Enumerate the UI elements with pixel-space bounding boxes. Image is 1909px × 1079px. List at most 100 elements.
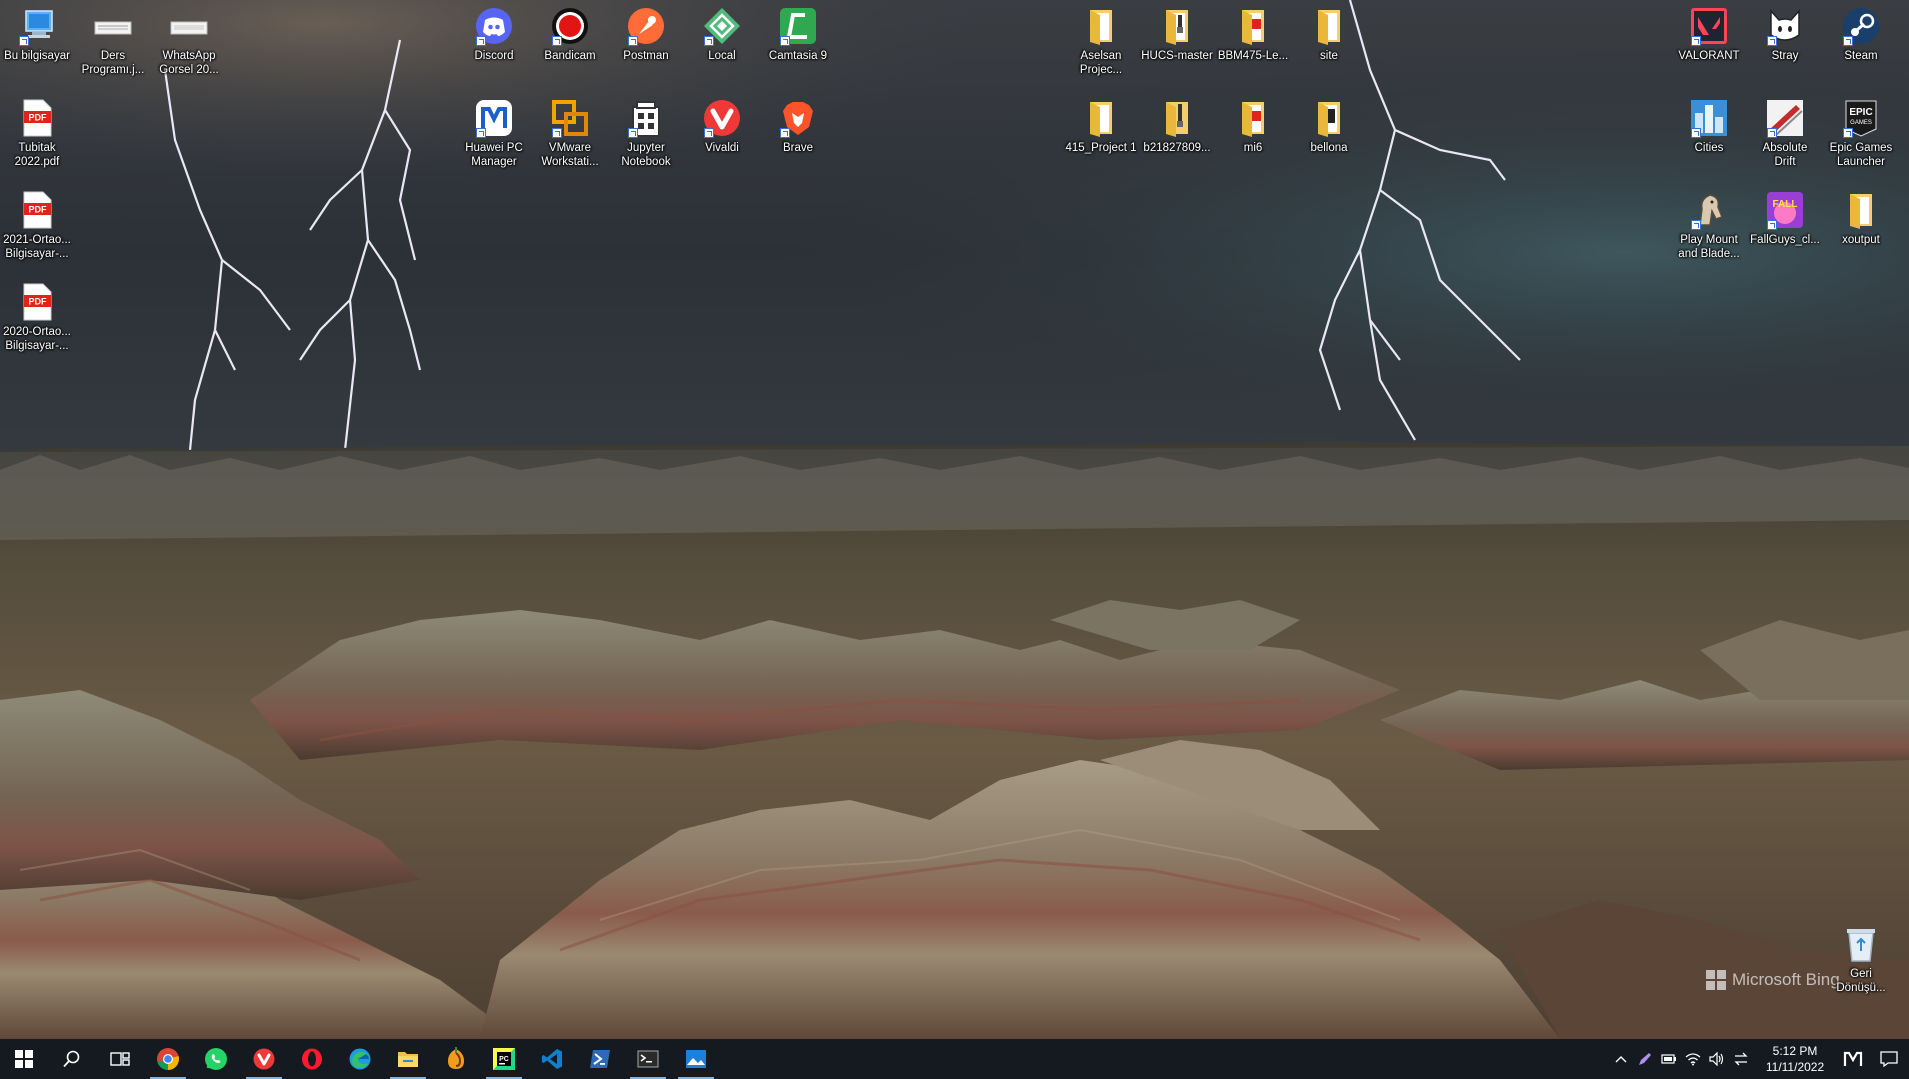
desktop-icon-2020-ortaogretim[interactable]: PDF 2020-Ortao... Bilgisayar-... <box>0 282 75 353</box>
desktop-icon-valorant[interactable]: VALORANT <box>1671 6 1747 63</box>
taskbar-clock[interactable]: 5:12 PM 11/11/2022 <box>1759 1043 1831 1075</box>
desktop-icon-mount-and-blade[interactable]: Play Mount and Blade... <box>1671 190 1747 261</box>
desktop-icon-tubitak-pdf[interactable]: PDF Tubitak 2022.pdf <box>0 98 75 169</box>
vscode-app[interactable] <box>528 1039 576 1079</box>
vivaldi-app[interactable] <box>240 1039 288 1079</box>
tray-network-button[interactable] <box>1729 1039 1753 1079</box>
windows-logo-icon <box>1706 970 1726 990</box>
desktop-icon-postman[interactable]: Postman <box>608 6 684 63</box>
desktop-icon-label: Cities <box>1694 142 1724 154</box>
desktop-icon-label: b21827809... <box>1143 142 1211 154</box>
desktop-icon-label: mi6 <box>1243 142 1263 154</box>
desktop-icon-2021-ortaogretim[interactable]: PDF 2021-Ortao... Bilgisayar-... <box>0 190 75 261</box>
desktop-icon-label: Postman <box>623 50 669 62</box>
notification-center-button[interactable] <box>1869 1039 1909 1079</box>
tray-battery-button[interactable] <box>1657 1039 1681 1079</box>
desktop-icon-hucs-master[interactable]: HUCS-master <box>1139 6 1215 63</box>
search-button[interactable] <box>48 1039 96 1079</box>
desktop-icon-bbm475[interactable]: BBM475-Le... <box>1215 6 1291 63</box>
start-button[interactable] <box>0 1039 48 1079</box>
desktop-icon-steam[interactable]: Steam <box>1823 6 1899 63</box>
vivaldi-icon <box>702 98 742 138</box>
clock-date: 11/11/2022 <box>1765 1060 1825 1074</box>
desktop-icon-vmware[interactable]: VMware Workstati... <box>532 98 608 169</box>
desktop-icon-discord[interactable]: Discord <box>456 6 532 63</box>
pdf-file-icon: PDF <box>17 98 57 138</box>
desktop-icon-recycle-bin[interactable]: Geri Dönüşü... <box>1823 924 1899 995</box>
desktop-icon-local[interactable]: Local <box>684 6 760 63</box>
desktop-icon-label: Brave <box>782 142 814 154</box>
desktop-icon-whatsapp-gorsel[interactable]: WhatsApp Gorsel 20... <box>151 6 227 77</box>
show-hidden-icons-button[interactable] <box>1609 1039 1633 1079</box>
desktop-icon-bellona[interactable]: bellona <box>1291 98 1367 155</box>
desktop-icon-label: Absolute Drift <box>1762 142 1808 168</box>
notification-icon <box>1880 1051 1898 1067</box>
desktop-icon-label: Steam <box>1844 50 1878 62</box>
stray-icon <box>1765 6 1805 46</box>
desktop-icon-label: 415_Project 1 <box>1065 142 1137 154</box>
desktop[interactable]: Microsoft Bing Bu bilgisayar Ders Progra… <box>0 0 1909 1039</box>
tray-huawei-button[interactable] <box>1837 1039 1869 1079</box>
desktop-icon-label: Bu bilgisayar <box>4 50 70 62</box>
desktop-icon-label: Jupyter Notebook <box>621 142 671 168</box>
desktop-icon-bandicam[interactable]: Bandicam <box>532 6 608 63</box>
desktop-icon-label: 2021-Ortao... Bilgisayar-... <box>3 234 71 260</box>
file-explorer-icon <box>398 1052 418 1067</box>
desktop-icon-brave[interactable]: Brave <box>760 98 836 155</box>
desktop-icon-this-pc[interactable]: Bu bilgisayar <box>0 6 75 63</box>
terminal-icon <box>637 1050 659 1068</box>
folder-icon <box>1081 6 1121 46</box>
desktop-icon-absolute-drift[interactable]: Absolute Drift <box>1747 98 1823 169</box>
wifi-icon <box>1685 1053 1701 1066</box>
desktop-icon-cities[interactable]: Cities <box>1671 98 1747 155</box>
opera-app[interactable] <box>288 1039 336 1079</box>
desktop-icon-mi6[interactable]: mi6 <box>1215 98 1291 155</box>
photos-app[interactable] <box>672 1039 720 1079</box>
battery-icon <box>1661 1054 1676 1064</box>
desktop-icon-fallguys[interactable]: FALL FallGuys_cl... <box>1747 190 1823 247</box>
pen-icon <box>1639 1053 1651 1065</box>
desktop-icon-vivaldi[interactable]: Vivaldi <box>684 98 760 155</box>
desktop-icon-jupyter[interactable]: Jupyter Notebook <box>608 98 684 169</box>
bandicam-icon <box>550 6 590 46</box>
vivaldi-icon <box>253 1048 275 1070</box>
taskbar: PC 5:12 PM 11/11/2022 <box>0 1039 1909 1079</box>
chevron-up-icon <box>1615 1056 1627 1063</box>
desktop-icon-label: WhatsApp Gorsel 20... <box>159 50 219 76</box>
tray-pen-button[interactable] <box>1633 1039 1657 1079</box>
jupyter-icon <box>626 98 666 138</box>
powershell-app[interactable] <box>576 1039 624 1079</box>
network-transfer-icon <box>1734 1052 1748 1066</box>
desktop-icon-label: Vivaldi <box>705 142 739 154</box>
svg-text:PDF: PDF <box>29 205 48 215</box>
desktop-icon-xoutput[interactable]: xoutput <box>1823 190 1899 247</box>
desktop-icon-stray[interactable]: Stray <box>1747 6 1823 63</box>
desktop-icon-b21827809[interactable]: b21827809... <box>1139 98 1215 155</box>
chrome-app[interactable] <box>144 1039 192 1079</box>
desktop-icon-aselsan-project[interactable]: Aselsan Projec... <box>1063 6 1139 77</box>
desktop-icon-site[interactable]: site <box>1291 6 1367 63</box>
desktop-icon-huawei-pc-manager[interactable]: Huawei PC Manager <box>456 98 532 169</box>
tray-wifi-button[interactable] <box>1681 1039 1705 1079</box>
terminal-app[interactable] <box>624 1039 672 1079</box>
pycharm-app[interactable]: PC <box>480 1039 528 1079</box>
pdf-folder-icon <box>1233 98 1273 138</box>
desktop-icon-415-project[interactable]: 415_Project 1 <box>1063 98 1139 155</box>
desktop-icon-epic-games[interactable]: EPIC GAMES Epic Games Launcher <box>1823 98 1899 169</box>
whatsapp-app[interactable] <box>192 1039 240 1079</box>
desktop-icon-ders-programi[interactable]: Ders Programı.j... <box>75 6 151 77</box>
desktop-icon-label: Local <box>708 50 736 62</box>
desktop-icon-label: FallGuys_cl... <box>1750 234 1820 246</box>
desktop-icon-label: Huawei PC Manager <box>465 142 523 168</box>
edge-app[interactable] <box>336 1039 384 1079</box>
file-explorer-app[interactable] <box>384 1039 432 1079</box>
desktop-icon-label: Stray <box>1771 50 1799 62</box>
desktop-icon-camtasia[interactable]: Camtasia 9 <box>760 6 836 63</box>
desktop-icon-label: HUCS-master <box>1141 50 1213 62</box>
fallguys-icon: FALL <box>1765 190 1805 230</box>
fl-studio-app[interactable] <box>432 1039 480 1079</box>
clock-time: 5:12 PM <box>1772 1044 1818 1058</box>
tray-volume-button[interactable] <box>1705 1039 1729 1079</box>
folder-icon <box>1309 98 1349 138</box>
task-view-button[interactable] <box>96 1039 144 1079</box>
